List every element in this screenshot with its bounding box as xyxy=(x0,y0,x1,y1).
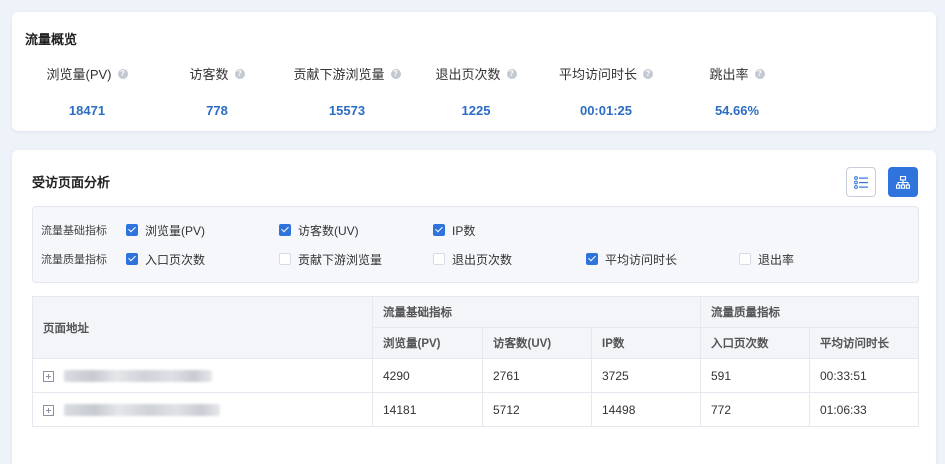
column-header-uv[interactable]: 访客数(UV) xyxy=(482,327,592,359)
checkbox-label: IP数 xyxy=(452,223,476,238)
checkbox-label: 访客数(UV) xyxy=(298,223,359,238)
checkbox-icon[interactable] xyxy=(433,253,445,265)
filter-group-label: 流量质量指标 xyxy=(41,254,107,266)
metric-value: 15573 xyxy=(328,103,366,118)
metric-value: 18471 xyxy=(68,103,106,118)
page-url-cell xyxy=(32,392,373,427)
redacted-url[interactable] xyxy=(64,404,220,417)
page-url-cell xyxy=(32,358,373,393)
metric-value: 54.66% xyxy=(714,103,760,118)
column-header-ip[interactable]: IP数 xyxy=(591,327,701,359)
table-row: 14181 5712 14498 772 01:06:33 xyxy=(32,392,919,427)
cell-entry-count: 591 xyxy=(700,358,810,393)
help-icon[interactable]: ? xyxy=(754,68,765,79)
cell-avg-duration: 00:33:51 xyxy=(809,358,919,393)
cell-avg-duration: 01:06:33 xyxy=(809,392,919,427)
metric-filter-panel: 流量基础指标 浏览量(PV) 访客数(UV) IP数 流量质量指标 入口页次数 … xyxy=(32,206,919,283)
checkbox-icon[interactable] xyxy=(126,253,138,265)
column-header-pv[interactable]: 浏览量(PV) xyxy=(372,327,483,359)
cell-ip: 14498 xyxy=(591,392,701,427)
table-row: 4290 2761 3725 591 00:33:51 xyxy=(32,358,919,393)
checkbox-exit-rate[interactable]: 退出率 xyxy=(739,251,794,268)
analysis-title: 受访页面分析 xyxy=(32,175,111,190)
metric-label: 退出页次数 xyxy=(435,67,501,82)
metric-exit-count: 退出页次数? 1225 xyxy=(406,64,546,118)
metric-value: 778 xyxy=(206,103,228,118)
checkbox-icon[interactable] xyxy=(279,224,291,236)
metric-label: 贡献下游浏览量 xyxy=(293,67,385,82)
help-icon[interactable]: ? xyxy=(390,68,401,79)
cell-pv: 14181 xyxy=(372,392,483,427)
overview-title: 流量概览 xyxy=(25,32,78,47)
column-header-avg-duration[interactable]: 平均访问时长 xyxy=(809,327,919,359)
expand-plus-icon[interactable] xyxy=(43,404,54,416)
cell-uv: 5712 xyxy=(482,392,592,427)
checkbox-label: 浏览量(PV) xyxy=(145,223,206,238)
tree-view-button[interactable] xyxy=(888,167,918,197)
cell-uv: 2761 xyxy=(482,358,592,393)
metric-label: 平均访问时长 xyxy=(558,67,637,82)
checkbox-icon[interactable] xyxy=(279,253,291,265)
metric-pv: 浏览量(PV)? 18471 xyxy=(17,64,157,118)
checkbox-avg-duration[interactable]: 平均访问时长 xyxy=(586,251,677,268)
checkbox-downstream-pv[interactable]: 贡献下游浏览量 xyxy=(279,251,382,268)
metric-downstream-pv: 贡献下游浏览量? 15573 xyxy=(277,64,417,118)
column-header-entry-count[interactable]: 入口页次数 xyxy=(700,327,810,359)
checkbox-label: 贡献下游浏览量 xyxy=(298,252,383,267)
checkbox-entry-count[interactable]: 入口页次数 xyxy=(126,251,205,268)
help-icon[interactable]: ? xyxy=(234,68,245,79)
checkbox-label: 平均访问时长 xyxy=(605,252,678,267)
tree-view-icon xyxy=(896,175,910,189)
checkbox-uv[interactable]: 访客数(UV) xyxy=(279,222,359,239)
page-analysis-table: 页面地址 流量基础指标 流量质量指标 浏览量(PV) 访客数(UV) IP数 入… xyxy=(32,296,919,427)
traffic-overview-card: 流量概览 浏览量(PV)? 18471 访客数? 778 贡献下游浏览量? 15… xyxy=(12,12,936,131)
checkbox-icon[interactable] xyxy=(433,224,445,236)
help-icon[interactable]: ? xyxy=(506,68,517,79)
help-icon[interactable]: ? xyxy=(643,68,653,79)
filter-group-label: 流量基础指标 xyxy=(41,225,107,237)
metric-value: 1225 xyxy=(461,103,491,118)
cell-pv: 4290 xyxy=(372,358,483,393)
redacted-url[interactable] xyxy=(64,370,212,383)
metric-value: 00:01:25 xyxy=(579,103,633,118)
checkbox-pv[interactable]: 浏览量(PV) xyxy=(126,222,205,239)
filter-row-quality: 流量质量指标 入口页次数 贡献下游浏览量 退出页次数 平均访问时长 退出率 xyxy=(33,249,918,269)
metric-avg-duration: 平均访问时长? 00:01:25 xyxy=(536,64,676,118)
checkbox-label: 退出页次数 xyxy=(452,252,513,267)
cell-entry-count: 772 xyxy=(700,392,810,427)
checkbox-exit-count[interactable]: 退出页次数 xyxy=(433,251,512,268)
checkbox-label: 入口页次数 xyxy=(145,252,206,267)
metric-visitors: 访客数? 778 xyxy=(147,64,287,118)
help-icon[interactable]: ? xyxy=(117,68,128,79)
metric-label: 浏览量(PV) xyxy=(46,67,112,82)
checkbox-icon[interactable] xyxy=(739,253,751,265)
checkbox-icon[interactable] xyxy=(126,224,138,236)
list-view-button[interactable] xyxy=(846,167,876,197)
filter-row-basic: 流量基础指标 浏览量(PV) 访客数(UV) IP数 xyxy=(33,220,918,240)
list-view-icon xyxy=(854,175,868,189)
metric-label: 跳出率 xyxy=(709,67,749,82)
cell-ip: 3725 xyxy=(591,358,701,393)
group-header-basic: 流量基础指标 xyxy=(372,296,701,328)
checkbox-ip[interactable]: IP数 xyxy=(433,222,475,239)
checkbox-label: 退出率 xyxy=(758,252,795,267)
checkbox-icon[interactable] xyxy=(586,253,598,265)
metric-bounce-rate: 跳出率? 54.66% xyxy=(667,64,807,118)
expand-plus-icon[interactable] xyxy=(43,370,54,382)
page-analysis-card: 受访页面分析 流量基础指标 浏览量(PV) 访客数(UV) IP数 流量质量指标… xyxy=(12,150,936,464)
metric-label: 访客数 xyxy=(189,67,229,82)
column-header-page-url: 页面地址 xyxy=(32,296,373,359)
group-header-quality: 流量质量指标 xyxy=(700,296,919,328)
